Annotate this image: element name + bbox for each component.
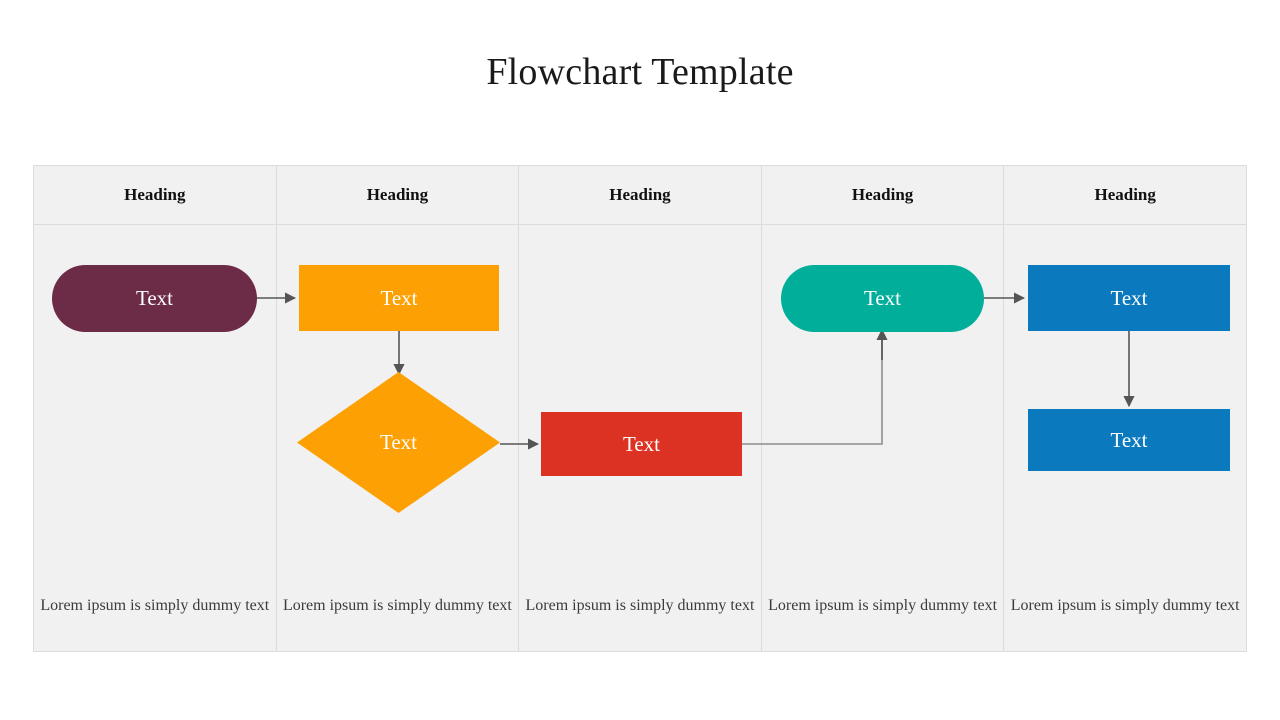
flow-node-label: Text: [135, 286, 174, 310]
column-caption: Lorem ipsum is simply dummy text: [40, 597, 270, 614]
column-heading-5: Heading: [1004, 166, 1246, 224]
column-heading-label: Heading: [1094, 185, 1156, 204]
column-heading-1: Heading: [34, 166, 277, 224]
flow-node-process-1[interactable]: Text: [299, 265, 499, 331]
column-caption: Lorem ipsum is simply dummy text: [525, 597, 755, 614]
column-heading-label: Heading: [851, 185, 914, 204]
page-title: Flowchart Template: [486, 51, 794, 93]
column-heading-4: Heading: [762, 166, 1005, 224]
flow-node-process-2[interactable]: Text: [541, 412, 742, 476]
flow-node-label: Text: [380, 285, 418, 310]
flow-node-label: Text: [863, 286, 902, 310]
table-header-row: Heading Heading Heading Heading Heading: [34, 166, 1246, 225]
column-caption: Lorem ipsum is simply dummy text: [1010, 597, 1240, 614]
flow-node-start[interactable]: Text: [52, 265, 257, 332]
flow-node-decision[interactable]: Text: [297, 372, 500, 513]
column-heading-label: Heading: [124, 185, 186, 204]
column-caption: Lorem ipsum is simply dummy text: [768, 597, 998, 614]
flow-node-end[interactable]: Text: [1028, 409, 1230, 471]
column-heading-label: Heading: [609, 185, 671, 204]
flow-node-process-3[interactable]: Text: [781, 265, 984, 332]
flow-node-label: Text: [379, 430, 418, 454]
flow-node-label: Text: [1110, 285, 1148, 310]
column-heading-label: Heading: [366, 185, 429, 204]
flow-node-process-4[interactable]: Text: [1028, 265, 1230, 331]
flow-node-label: Text: [1110, 427, 1148, 452]
column-caption: Lorem ipsum is simply dummy text: [282, 597, 512, 614]
column-heading-2: Heading: [277, 166, 520, 224]
flow-node-label: Text: [622, 431, 661, 456]
column-heading-3: Heading: [519, 166, 762, 224]
